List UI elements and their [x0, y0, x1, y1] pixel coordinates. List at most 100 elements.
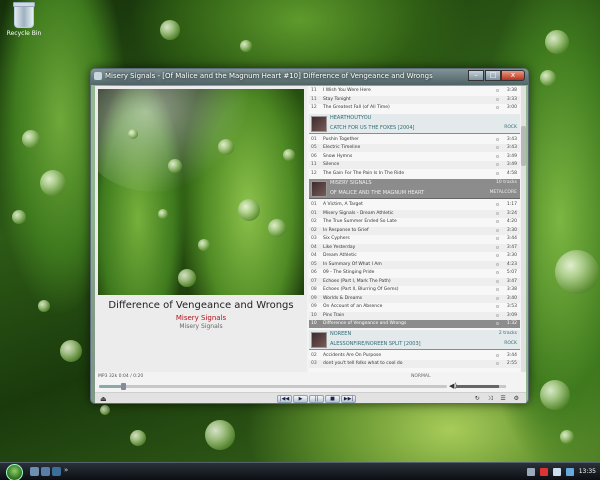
album-header[interactable]: MISERY SIGNALS OF MALICE AND THE MAGNUM H… [309, 179, 520, 199]
track-duration: 3:38 [506, 88, 517, 93]
rating-dot-icon[interactable] [496, 245, 499, 249]
track-number: 02 [311, 219, 317, 224]
playlist-scrollbar[interactable] [521, 86, 526, 372]
track-title: 09 - The Stinging Pride [323, 270, 375, 275]
rating-dot-icon[interactable] [496, 146, 499, 149]
rating-dot-icon[interactable] [496, 228, 499, 232]
playlist-row[interactable]: 07 Echoes (Part I, Mark The Path) 3:47 [309, 277, 520, 286]
minimize-button[interactable]: – [468, 70, 484, 81]
recycle-bin-label: Recycle Bin [6, 30, 42, 37]
playlist[interactable]: 11 I Wish You Were Here 3:38 11 Stay Tonight… [309, 86, 520, 372]
volume-tray-icon[interactable] [552, 468, 561, 476]
close-button[interactable]: x [501, 70, 525, 81]
rating-dot-icon[interactable] [496, 203, 499, 206]
rating-dot-icon[interactable] [496, 305, 499, 308]
rating-dot-icon[interactable] [496, 279, 499, 283]
playlist-row[interactable]: 02 The True Summer Ended So Late 4:20 [309, 218, 520, 226]
rating-dot-icon[interactable] [496, 254, 499, 257]
track-title: Misery Signals - Dream Athletic [323, 210, 394, 216]
quick-launch-more[interactable]: » [64, 466, 68, 474]
stop-button[interactable]: ■ [325, 395, 340, 403]
rating-dot-icon[interactable] [496, 313, 499, 317]
rating-dot-icon[interactable] [496, 89, 499, 92]
playlist-row[interactable]: 01 A Victim, A Target 1:17 [309, 201, 520, 209]
play-button[interactable]: ▶ [293, 395, 308, 403]
playlist-row[interactable]: 03 dont you't tell folks what to cool do 2… [309, 360, 520, 368]
playback-options-icons[interactable]: ↻ ⤨ ☰ ⚙ [475, 395, 522, 403]
scrollbar-thumb[interactable] [521, 126, 526, 166]
track-number: 01 [311, 210, 317, 216]
seek-bar[interactable] [99, 385, 447, 388]
eject-icon[interactable]: ⏏ [100, 395, 107, 403]
rating-dot-icon[interactable] [496, 154, 499, 158]
rating-dot-icon[interactable] [496, 97, 499, 101]
next-button[interactable]: ▶▶| [341, 395, 356, 403]
show-desktop-icon[interactable] [30, 467, 39, 476]
clock[interactable]: 13:35 [579, 466, 596, 478]
pause-button[interactable]: || [309, 395, 324, 403]
playlist-row[interactable]: 04 Dream Athletic 3:30 [309, 252, 520, 260]
playback-mode[interactable]: NORMAL [411, 374, 431, 379]
song-artist[interactable]: Misery Signals [95, 314, 307, 322]
network-icon[interactable] [527, 468, 536, 476]
album-art[interactable] [98, 89, 304, 295]
rating-dot-icon[interactable] [496, 362, 499, 365]
rating-dot-icon[interactable] [496, 137, 499, 141]
playlist-row[interactable]: 09 Worlds & Dreams 3:40 [309, 294, 520, 303]
playlist-row[interactable]: 08 Echoes (Part II, Blurring Of Gems) 3:38 [309, 286, 520, 294]
playlist-row[interactable]: 04 Like Yesterday 3:47 [309, 243, 520, 252]
album-header[interactable]: NOREEN ALESSONFIRE/NOREEN SPLIT [2003] 2 t… [309, 329, 520, 350]
playlist-row[interactable]: 10 Pins Train 3:09 [309, 311, 520, 320]
track-duration: 1:17 [506, 202, 517, 207]
rating-dot-icon[interactable] [496, 106, 499, 109]
media-player-window: Misery Signals - [Of Malice and the Magn… [90, 68, 529, 404]
rating-dot-icon[interactable] [496, 271, 499, 274]
playlist-row[interactable]: 11 Silence 3:49 [309, 161, 520, 169]
playlist-row[interactable]: 02 In Response to Grief 3:30 [309, 226, 520, 235]
rating-dot-icon[interactable] [496, 353, 499, 357]
playlist-row[interactable]: 12 The Greatest Fall (of All Time) 3:00 [309, 104, 520, 112]
switch-windows-icon[interactable] [41, 467, 50, 476]
track-number: 03 [311, 361, 317, 366]
playlist-row[interactable]: 06 09 - The Stinging Pride 5:07 [309, 269, 520, 277]
start-button[interactable] [6, 464, 23, 480]
track-number: 12 [311, 105, 317, 110]
warning-icon[interactable] [539, 468, 548, 476]
rating-dot-icon[interactable] [496, 211, 499, 215]
seek-handle[interactable] [121, 383, 127, 390]
title-bar[interactable]: Misery Signals - [Of Malice and the Magn… [91, 69, 528, 85]
playlist-row[interactable]: 01 Misery Signals - Dream Athletic 3:24 [309, 209, 520, 218]
rating-dot-icon[interactable] [496, 296, 499, 300]
power-icon[interactable] [565, 468, 574, 476]
playlist-row[interactable]: 06 Snow Hymns 3:49 [309, 153, 520, 161]
rating-dot-icon[interactable] [496, 322, 499, 325]
track-title: Six Cyphers [323, 236, 350, 241]
rating-dot-icon[interactable] [496, 237, 499, 240]
playlist-row[interactable]: 05 Electric Timeline 3:43 [309, 144, 520, 152]
rating-dot-icon[interactable] [496, 163, 499, 166]
playlist-row[interactable]: 05 In Summary Of What I Am 4:23 [309, 260, 520, 269]
rating-dot-icon[interactable] [496, 262, 499, 266]
playlist-row[interactable]: 11 Stay Tonight 3:33 [309, 95, 520, 104]
playlist-row[interactable]: 01 Pushin Together 3:43 [309, 136, 520, 144]
album-header[interactable]: HEARTHOUTYOU CATCH FOR US THE FOXES [2004… [309, 113, 520, 134]
playlist-row[interactable]: 11 I Wish You Were Here 3:38 [309, 87, 520, 95]
previous-button[interactable]: |◀◀ [277, 395, 292, 403]
playlist-row-playing[interactable]: 10 Difference of Vengeance and Wrongs 1:32 [309, 320, 520, 328]
recycle-bin[interactable]: Recycle Bin [6, 2, 42, 37]
playlist-row[interactable]: 03 Six Cyphers 3:44 [309, 235, 520, 243]
track-title: Echoes (Part I, Mark The Path) [323, 278, 391, 284]
playlist-row[interactable]: 02 Accidents Are On Purpose 3:44 [309, 352, 520, 360]
water-drop [40, 170, 66, 196]
track-number: 02 [311, 352, 317, 358]
track-title: Dream Athletic [323, 253, 357, 258]
rating-dot-icon[interactable] [496, 220, 499, 223]
maximize-button[interactable]: □ [485, 70, 501, 81]
volume-slider[interactable] [456, 385, 506, 388]
rating-dot-icon[interactable] [496, 171, 499, 175]
media-player-icon[interactable] [52, 467, 61, 476]
rating-dot-icon[interactable] [496, 288, 499, 291]
playlist-row[interactable]: 12 The Gain For The Pain Is In The Ride 4:… [309, 170, 520, 178]
playlist-row[interactable]: 09 On Account of an Absence 3:53 [309, 303, 520, 311]
album-genre: METALCORE [489, 190, 517, 195]
